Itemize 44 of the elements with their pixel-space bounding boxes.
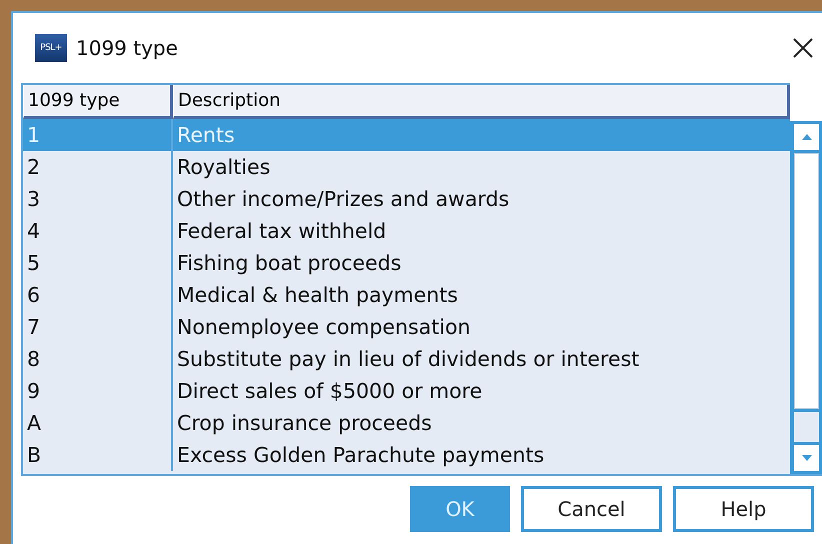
table-cell: 9 [23,375,173,407]
table-cell-text: Medical & health payments [176,282,459,309]
table-cell: 4 [23,215,173,247]
table-row[interactable]: 2 Royalties [23,151,790,183]
table-row[interactable]: 3 Other income/Prizes and awards [23,183,790,215]
table-row[interactable]: B Excess Golden Parachute payments [23,439,790,471]
table-cell-text: Royalties [176,154,272,181]
table-cell: 5 [23,247,173,279]
app-logo: PSL+ [35,34,67,62]
table-row[interactable]: 8 Substitute pay in lieu of dividends or interest [23,343,790,375]
table-cell: B [23,439,173,471]
table-cell-text: Excess Golden Parachute payments [176,442,546,469]
close-icon [792,37,814,59]
table-cell: 6 [23,279,173,311]
table-row[interactable]: 9 Direct sales of $5000 or more [23,375,790,407]
table-cell: 1 [23,119,173,151]
table-cell-text: Direct sales of $5000 or more [176,378,484,405]
up-arrow-icon [802,134,812,140]
scrollbar[interactable] [790,121,822,474]
table-cell-text: Crop insurance proceeds [176,410,433,437]
table-cell-text: Fishing boat proceeds [176,250,402,277]
table-row[interactable]: 4 Federal tax withheld [23,215,790,247]
table-row[interactable]: 7 Nonemployee compensation [23,311,790,343]
scroll-up-button[interactable] [794,124,819,150]
table-cell-text: Substitute pay in lieu of dividends or interest [176,346,640,373]
dialog-button[interactable]: Help [673,486,814,532]
scroll-thumb[interactable] [794,153,819,409]
table-cell: A [23,407,173,439]
table-row[interactable]: 6 Medical & health payments [23,279,790,311]
window-title: 1099 type [76,36,178,60]
table-cell-text: Federal tax withheld [176,218,388,245]
table-cell: 2 [23,151,173,183]
scroll-down-button[interactable] [794,445,819,471]
table-cell: 8 [23,343,173,375]
table-row[interactable]: A Crop insurance proceeds [23,407,790,439]
table-cell-text: Other income/Prizes and awards [176,186,510,213]
down-arrow-icon [802,455,812,461]
table-cell: 3 [23,183,173,215]
scroll-track[interactable] [794,412,819,442]
table-cell: 7 [23,311,173,343]
table-cell-text: Rents [176,122,236,149]
dialog-button[interactable]: Cancel [521,486,662,532]
table-row[interactable]: 5 Fishing boat proceeds [23,247,790,279]
table-cell-text: Nonemployee compensation [176,314,472,341]
